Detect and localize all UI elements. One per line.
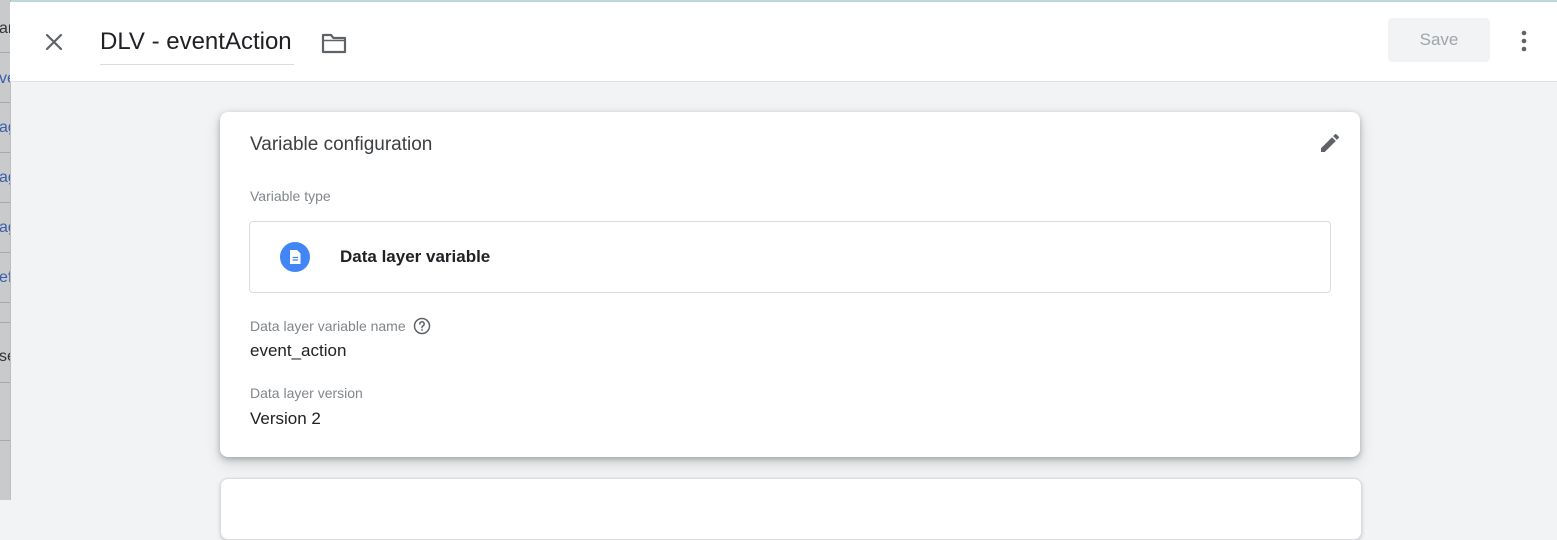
background-fragment: se [0,348,10,366]
secondary-card [220,478,1362,540]
background-fragment: ef [0,269,10,287]
more-vert-icon [1521,30,1527,52]
divider [0,382,10,383]
variable-type-label: Variable type [250,188,331,204]
more-options-button[interactable] [1510,26,1538,56]
background-fragment: ag [0,219,10,237]
document-icon [280,242,310,272]
editor-header: DLV - eventAction Save [10,2,1557,82]
close-button[interactable] [40,28,68,56]
version-value: Version 2 [250,409,321,428]
variable-name-label-row: Data layer variable name [250,317,431,335]
divider [0,52,10,53]
title-field[interactable]: DLV - eventAction [100,26,294,65]
variable-name-value: event_action [250,341,347,360]
divider [0,202,10,203]
variable-configuration-card: Variable configuration Variable type Dat… [220,112,1360,457]
divider [0,440,10,441]
save-button[interactable]: Save [1388,18,1490,62]
divider [0,152,10,153]
divider [0,302,10,303]
pencil-icon [1321,133,1340,152]
folder-button[interactable] [320,30,348,56]
variable-type-selector[interactable]: Data layer variable [249,221,1331,293]
version-label: Data layer version [250,385,363,401]
edit-button[interactable] [1316,129,1344,157]
divider [0,102,10,103]
help-icon[interactable] [413,317,431,335]
close-icon [45,33,63,51]
folder-icon [321,33,347,54]
background-fragment: ag [0,169,10,187]
card-title: Variable configuration [250,134,433,155]
divider [0,252,10,253]
variable-title[interactable]: DLV - eventAction [100,26,294,58]
variable-type-value: Data layer variable [340,247,491,266]
variable-name-label: Data layer variable name [250,318,406,334]
background-fragment: ag [0,119,10,137]
divider [0,322,10,323]
